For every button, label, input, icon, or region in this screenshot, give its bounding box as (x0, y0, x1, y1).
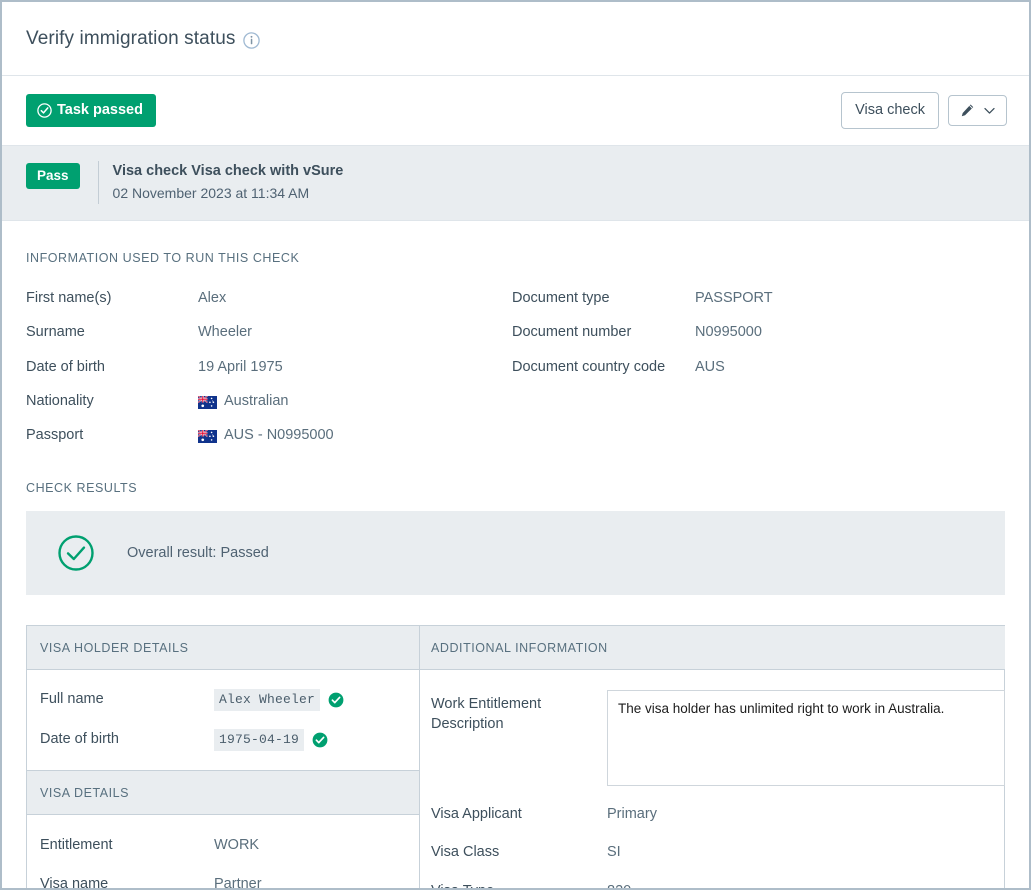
info-label-first-name: First name(s) (26, 281, 198, 315)
left-detail-column: VISA HOLDER DETAILS Full name Alex Wheel… (27, 626, 420, 890)
table-row: Visa Type 820 (431, 872, 1005, 890)
info-value-surname: Wheeler (198, 315, 512, 349)
action-bar-right-group: Visa check (841, 92, 1007, 128)
detail-tables: VISA HOLDER DETAILS Full name Alex Wheel… (26, 625, 1005, 890)
info-value-date-of-birth: 19 April 1975 (198, 350, 512, 384)
row-value-visa-class: SI (607, 842, 621, 863)
overall-result-text: Overall result: Passed (127, 545, 269, 561)
row-label-dob: Date of birth (40, 729, 214, 750)
pencil-icon (960, 103, 975, 118)
visa-holder-details-heading: VISA HOLDER DETAILS (27, 626, 419, 670)
verified-check-icon (312, 732, 328, 748)
task-passed-label: Task passed (57, 103, 143, 118)
info-value-document-country-code: AUS (695, 350, 1005, 384)
info-value-first-name: Alex (198, 281, 512, 315)
visa-check-button[interactable]: Visa check (841, 92, 939, 128)
row-value-dob: 1975-04-19 (214, 729, 304, 751)
page-content: INFORMATION USED TO RUN THIS CHECK First… (2, 221, 1029, 890)
chevron-down-icon (984, 107, 995, 115)
info-label-passport: Passport (26, 418, 198, 452)
row-value-dob-wrap: 1975-04-19 (214, 729, 328, 751)
info-label-document-country-code: Document country code (512, 350, 695, 384)
australia-flag-icon (198, 430, 217, 443)
info-label-nationality: Nationality (26, 384, 198, 418)
row-label-full-name: Full name (40, 689, 214, 710)
info-spacer-d (695, 418, 1005, 452)
table-row: Entitlement WORK (40, 826, 419, 865)
information-section-heading: INFORMATION USED TO RUN THIS CHECK (26, 251, 1005, 265)
table-row: Work Entitlement Description (431, 681, 1005, 795)
info-value-document-number: N0995000 (695, 315, 1005, 349)
info-value-passport: AUS - N0995000 (224, 425, 334, 445)
row-label-visa-applicant: Visa Applicant (431, 804, 607, 825)
row-label-work-entitlement-description: Work Entitlement Description (431, 690, 607, 735)
work-entitlement-description-textarea[interactable] (607, 690, 1005, 786)
info-value-document-type: PASSPORT (695, 281, 1005, 315)
info-value-nationality: Australian (224, 391, 288, 411)
table-row: Date of birth 1975-04-19 (40, 720, 419, 760)
table-row: Visa Class SI (431, 833, 1005, 872)
info-label-date-of-birth: Date of birth (26, 350, 198, 384)
visa-details-heading: VISA DETAILS (27, 770, 419, 815)
check-circle-outline-icon (57, 534, 95, 572)
strip-divider (98, 161, 99, 204)
table-row: Full name Alex Wheeler (40, 680, 419, 720)
overall-result-panel: Overall result: Passed (26, 511, 1005, 595)
page-title-bar: Verify immigration status (2, 2, 1029, 76)
row-value-visa-type: 820 (607, 881, 631, 890)
table-row: Visa Applicant Primary (431, 795, 1005, 834)
edit-dropdown-button[interactable] (948, 95, 1007, 126)
row-value-full-name: Alex Wheeler (214, 689, 320, 711)
task-passed-button[interactable]: Task passed (26, 94, 156, 127)
visa-holder-details-rows: Full name Alex Wheeler D (27, 670, 419, 771)
additional-information-rows: Work Entitlement Description Visa Applic… (420, 670, 1005, 890)
row-value-full-name-wrap: Alex Wheeler (214, 689, 344, 711)
info-circle-icon[interactable] (243, 32, 260, 49)
additional-information-heading: ADDITIONAL INFORMATION (420, 626, 1005, 670)
check-summary-strip: Pass Visa check Visa check with vSure 02… (2, 146, 1029, 221)
check-timestamp: 02 November 2023 at 11:34 AM (113, 183, 344, 204)
row-value-visa-name: Partner (214, 874, 262, 890)
row-label-entitlement: Entitlement (40, 835, 214, 856)
visa-details-rows: Entitlement WORK Visa name Partner Grant… (27, 815, 419, 890)
info-label-document-number: Document number (512, 315, 695, 349)
row-value-visa-applicant: Primary (607, 804, 657, 825)
action-bar: Task passed Visa check (2, 76, 1029, 146)
right-detail-column: ADDITIONAL INFORMATION Work Entitlement … (420, 626, 1005, 890)
info-spacer-b (695, 384, 1005, 418)
row-label-visa-name: Visa name (40, 874, 214, 890)
info-value-passport-wrap: AUS - N0995000 (198, 418, 512, 452)
row-label-visa-class: Visa Class (431, 842, 607, 863)
info-spacer-c (512, 418, 695, 452)
check-title: Visa check Visa check with vSure (113, 161, 344, 182)
info-label-surname: Surname (26, 315, 198, 349)
information-grid: First name(s) Alex Document type PASSPOR… (26, 281, 1005, 452)
table-row: Visa name Partner (40, 865, 419, 890)
verify-immigration-status-page: Verify immigration status Task passed Vi… (0, 0, 1031, 890)
pass-status-badge: Pass (26, 163, 80, 189)
info-value-nationality-wrap: Australian (198, 384, 512, 418)
australia-flag-icon (198, 396, 217, 409)
page-title: Verify immigration status (26, 28, 235, 50)
check-circle-icon (37, 103, 52, 118)
row-value-entitlement: WORK (214, 835, 259, 856)
verified-check-icon (328, 692, 344, 708)
info-spacer-a (512, 384, 695, 418)
info-label-document-type: Document type (512, 281, 695, 315)
row-label-visa-type: Visa Type (431, 881, 607, 890)
check-results-heading: CHECK RESULTS (26, 481, 1005, 495)
check-summary-text: Visa check Visa check with vSure 02 Nove… (113, 161, 344, 204)
